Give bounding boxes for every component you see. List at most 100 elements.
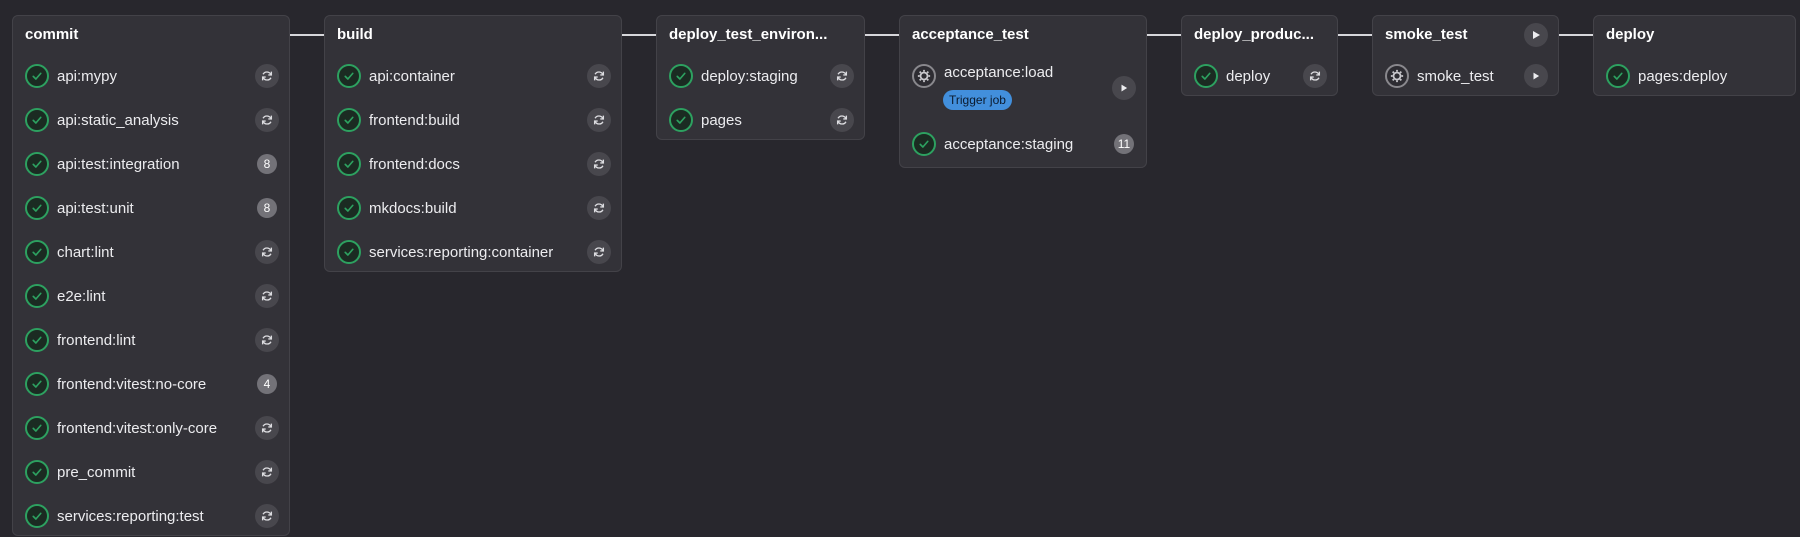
check-icon [919, 140, 929, 148]
status-manual-icon [912, 64, 936, 88]
stage-acceptance-test: acceptance_test acceptance:load Trigger j… [899, 15, 1147, 168]
check-icon [344, 116, 354, 124]
gear-icon [1390, 69, 1404, 83]
retry-button[interactable] [255, 284, 279, 308]
job-row[interactable]: chart:lint [13, 230, 289, 274]
check-icon [32, 204, 42, 212]
play-icon [1533, 31, 1540, 39]
check-icon [344, 160, 354, 168]
retry-button[interactable] [830, 108, 854, 132]
job-row[interactable]: mkdocs:build [325, 186, 621, 230]
check-icon [344, 204, 354, 212]
check-icon [32, 336, 42, 344]
retry-icon [261, 511, 273, 521]
job-name: frontend:lint [57, 331, 136, 349]
job-name: acceptance:load [944, 64, 1054, 81]
job-list: acceptance:load Trigger job acceptance:sta… [900, 54, 1146, 166]
job-row[interactable]: e2e:lint [13, 274, 289, 318]
job-row[interactable]: api:container [325, 54, 621, 98]
check-icon [32, 380, 42, 388]
retry-button[interactable] [587, 108, 611, 132]
retry-button[interactable] [255, 64, 279, 88]
job-name: api:mypy [57, 67, 118, 85]
check-icon [32, 72, 42, 80]
retry-button[interactable] [255, 504, 279, 528]
job-row[interactable]: api:test:integration 8 [13, 142, 289, 186]
play-button[interactable] [1112, 76, 1136, 100]
retry-button[interactable] [587, 196, 611, 220]
status-success-icon [1194, 64, 1218, 88]
job-row[interactable]: frontend:build [325, 98, 621, 142]
retry-button[interactable] [587, 152, 611, 176]
status-success-icon [337, 196, 361, 220]
job-list: deploy [1182, 54, 1337, 98]
status-success-icon [669, 64, 693, 88]
job-row[interactable]: acceptance:staging 11 [900, 122, 1146, 166]
stage-connector [865, 34, 899, 36]
job-list: api:mypy api:static_analysis api:test:inte… [13, 54, 289, 537]
job-row[interactable]: frontend:vitest:no-core 4 [13, 362, 289, 406]
status-success-icon [337, 64, 361, 88]
status-success-icon [25, 64, 49, 88]
job-row[interactable]: api:static_analysis [13, 98, 289, 142]
retry-button[interactable] [255, 328, 279, 352]
status-success-icon [25, 196, 49, 220]
retry-button[interactable] [830, 64, 854, 88]
stage-title: deploy_produc... [1194, 26, 1315, 43]
job-row[interactable]: frontend:lint [13, 318, 289, 362]
retry-button[interactable] [255, 108, 279, 132]
check-icon [344, 72, 354, 80]
retry-icon [593, 203, 605, 213]
status-success-icon [1606, 64, 1630, 88]
job-list: pages:deploy [1594, 54, 1795, 98]
job-row[interactable]: pages [657, 98, 864, 142]
job-list: api:container frontend:build frontend:docs… [325, 54, 621, 274]
job-row[interactable]: api:mypy [13, 54, 289, 98]
job-row[interactable]: deploy:staging [657, 54, 864, 98]
play-button[interactable] [1524, 64, 1548, 88]
play-icon [1121, 84, 1128, 92]
job-row[interactable]: services:reporting:test [13, 494, 289, 537]
job-name: services:reporting:test [57, 507, 204, 525]
job-name: frontend:vitest:only-core [57, 419, 218, 437]
job-name: frontend:docs [369, 155, 460, 173]
job-row[interactable]: frontend:docs [325, 142, 621, 186]
job-count-badge: 4 [257, 374, 277, 394]
job-row[interactable]: smoke_test [1373, 54, 1558, 98]
stage-build: build api:container frontend:build fronten… [324, 15, 622, 272]
stage-deploy-production: deploy_produc... deploy [1181, 15, 1338, 96]
gear-icon [917, 69, 931, 83]
stage-play-button[interactable] [1524, 23, 1548, 47]
retry-icon [593, 115, 605, 125]
job-row[interactable]: pages:deploy [1594, 54, 1795, 98]
retry-icon [1309, 71, 1321, 81]
job-name: deploy:staging [701, 67, 798, 85]
stage-connector [1338, 34, 1372, 36]
job-row[interactable]: services:reporting:container [325, 230, 621, 274]
job-row[interactable]: acceptance:load Trigger job [900, 54, 1146, 122]
stage-title: deploy_test_environ... [669, 26, 828, 43]
job-name: api:test:integration [57, 155, 180, 173]
retry-icon [261, 115, 273, 125]
stage-title: acceptance_test [912, 26, 1029, 43]
status-success-icon [25, 416, 49, 440]
retry-button[interactable] [1303, 64, 1327, 88]
job-name: api:static_analysis [57, 111, 179, 129]
check-icon [32, 292, 42, 300]
retry-button[interactable] [255, 240, 279, 264]
job-row[interactable]: api:test:unit 8 [13, 186, 289, 230]
status-success-icon [25, 240, 49, 264]
retry-button[interactable] [255, 416, 279, 440]
job-count-badge: 8 [257, 154, 277, 174]
retry-button[interactable] [587, 240, 611, 264]
job-row[interactable]: deploy [1182, 54, 1337, 98]
job-name: frontend:vitest:no-core [57, 375, 207, 393]
status-success-icon [337, 152, 361, 176]
retry-button[interactable] [587, 64, 611, 88]
job-row[interactable]: pre_commit [13, 450, 289, 494]
play-icon [1533, 72, 1540, 80]
retry-button[interactable] [255, 460, 279, 484]
check-icon [32, 468, 42, 476]
stage-commit: commit api:mypy api:static_analysis api:te… [12, 15, 290, 536]
job-row[interactable]: frontend:vitest:only-core [13, 406, 289, 450]
